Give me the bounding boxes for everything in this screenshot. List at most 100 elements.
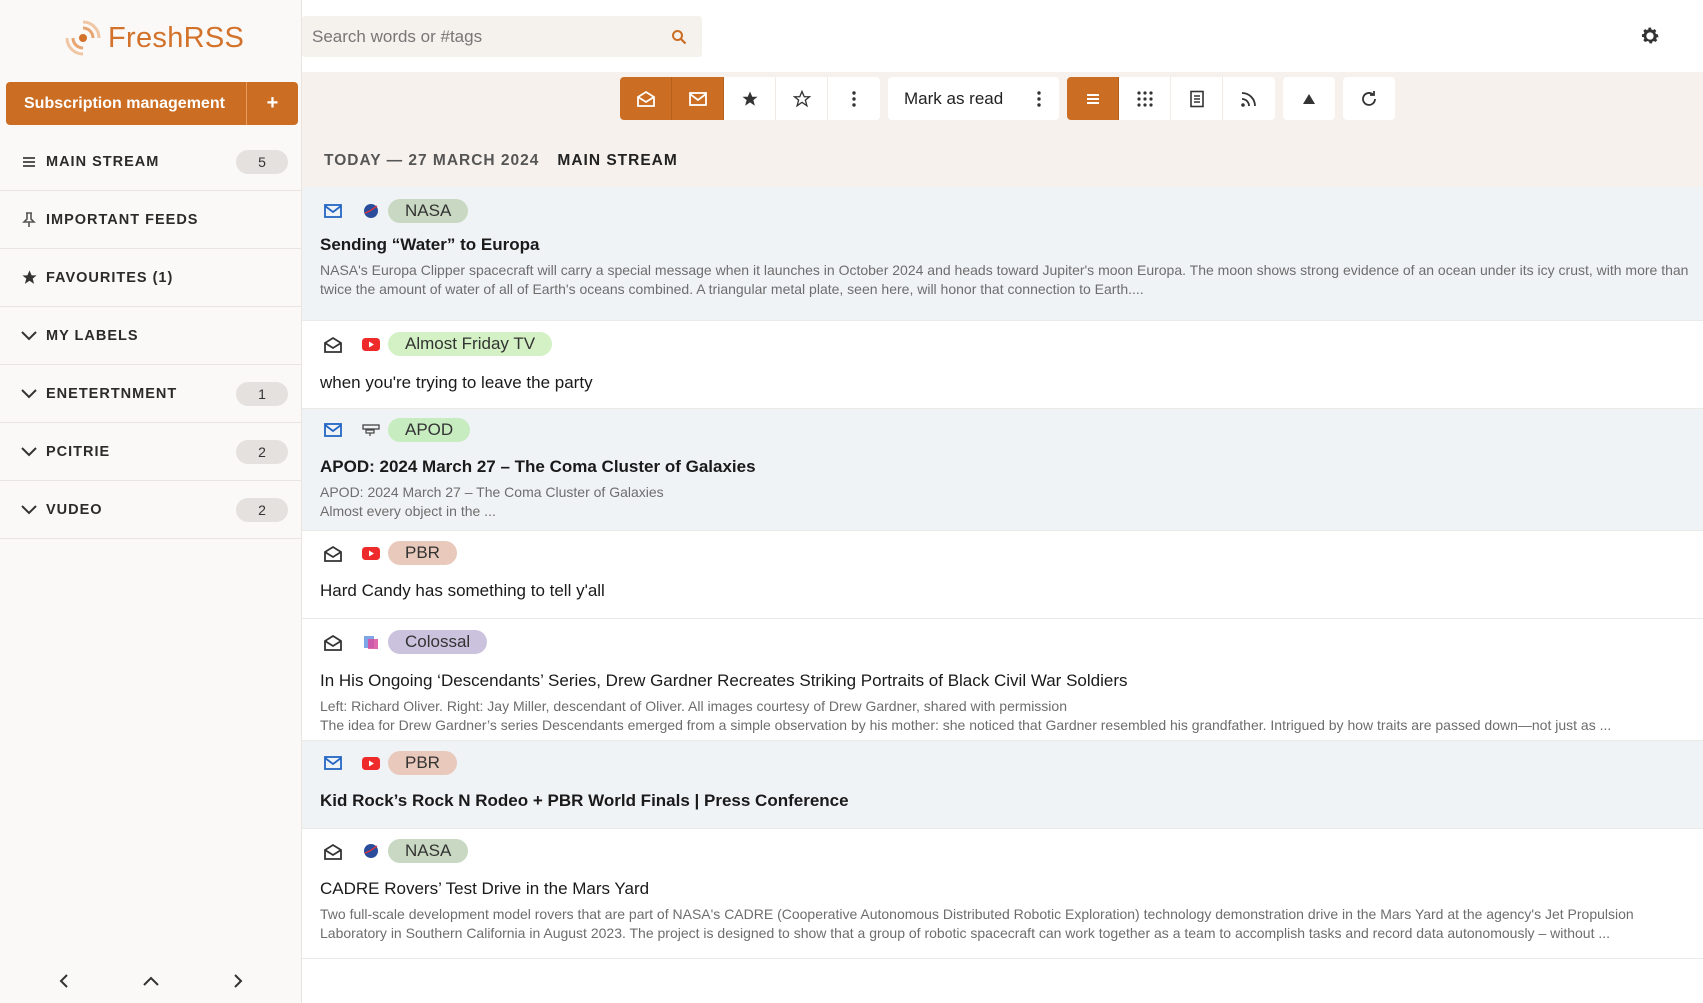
sidebar-item-favourites[interactable]: FAVOURITES (1) — [0, 249, 302, 307]
search-icon[interactable] — [668, 26, 690, 48]
sidebar-item-enetertnment[interactable]: ENETERTNMENT 1 — [0, 365, 302, 423]
sidebar-item-label: MY LABELS — [46, 327, 139, 344]
article-list: NASA Sending “Water” to Europa NASA's Eu… — [302, 187, 1703, 959]
search-input[interactable] — [312, 26, 668, 47]
article-title[interactable]: CADRE Rovers’ Test Drive in the Mars Yar… — [320, 873, 1703, 905]
envelope-open-icon[interactable] — [320, 540, 346, 566]
article-item[interactable]: PBR Hard Candy has something to tell y'a… — [302, 531, 1703, 619]
article-summary: NASA's Europa Clipper spacecraft will ca… — [320, 262, 1689, 297]
envelope-icon[interactable] — [320, 198, 346, 224]
sidebar-item-main-stream[interactable]: MAIN STREAM 5 — [0, 133, 302, 191]
unread-count-badge: 2 — [236, 439, 288, 464]
show-non-favourites-button[interactable] — [776, 77, 828, 120]
normal-view-button[interactable] — [1067, 77, 1120, 120]
envelope-open-icon[interactable] — [320, 838, 346, 864]
subscription-management-button[interactable]: Subscription management — [6, 82, 246, 125]
read-state-filter-group — [620, 77, 880, 120]
star-outline-icon — [792, 89, 811, 107]
refresh-button[interactable] — [1343, 77, 1395, 120]
mark-as-read-dropdown-button[interactable] — [1019, 77, 1059, 120]
sidebar-item-label: VUDEO — [46, 501, 103, 518]
feed-tag[interactable]: Almost Friday TV — [388, 332, 553, 356]
list-icon — [20, 156, 38, 168]
grid-view-icon — [1137, 90, 1153, 107]
toolbar: Mark as read — [620, 77, 1403, 120]
article-summary-continued: Almost every object in the ... — [320, 503, 496, 519]
article-item[interactable]: PBR Kid Rock’s Rock N Rodeo + PBR World … — [302, 741, 1703, 829]
list-view-icon — [1086, 93, 1099, 104]
feed-tag[interactable]: Colossal — [388, 630, 488, 654]
article-item[interactable]: Almost Friday TV when you're trying to l… — [302, 321, 1703, 409]
feed-tag[interactable]: PBR — [388, 541, 457, 565]
sidebar-item-label: ENETERTNMENT — [46, 385, 178, 402]
article-item[interactable]: APOD APOD: 2024 March 27 – The Coma Clus… — [302, 409, 1703, 531]
sidebar-item-label: PCITRIE — [46, 443, 111, 460]
envelope-icon[interactable] — [320, 417, 346, 443]
sidebar-item-my-labels[interactable]: MY LABELS — [0, 307, 302, 365]
star-filled-icon — [742, 91, 757, 106]
article-title[interactable]: Sending “Water” to Europa — [320, 235, 1703, 261]
order-group — [1283, 77, 1336, 120]
article-title[interactable]: In His Ongoing ‘Descendants’ Series, Dre… — [320, 665, 1703, 697]
feed-tag[interactable]: PBR — [388, 751, 457, 775]
nasa-logo-icon — [360, 200, 382, 222]
filter-more-button[interactable] — [828, 77, 880, 120]
add-subscription-button[interactable]: + — [246, 82, 298, 125]
feed-tag[interactable]: NASA — [388, 839, 469, 863]
youtube-icon — [360, 333, 382, 355]
unread-count-badge: 2 — [236, 497, 288, 522]
youtube-icon — [360, 542, 382, 564]
article-summary: APOD: 2024 March 27 – The Coma Cluster o… — [320, 484, 664, 500]
mark-read-group: Mark as read — [888, 77, 1060, 120]
previous-feed-icon[interactable] — [49, 966, 79, 996]
article-title[interactable]: when you're trying to leave the party — [320, 367, 1703, 399]
reader-view-button[interactable] — [1171, 77, 1224, 120]
view-mode-group — [1067, 77, 1276, 120]
feed-tag[interactable]: APOD — [388, 418, 471, 442]
search-bar — [302, 16, 702, 57]
article-item[interactable]: NASA Sending “Water” to Europa NASA's Eu… — [302, 187, 1703, 321]
show-unread-button[interactable] — [672, 77, 724, 120]
article-item[interactable]: Colossal In His Ongoing ‘Descendants’ Se… — [302, 619, 1703, 741]
envelope-open-icon[interactable] — [320, 331, 346, 357]
unread-count-badge: 1 — [236, 381, 288, 406]
article-title[interactable]: Hard Candy has something to tell y'all — [320, 575, 1703, 607]
next-feed-icon[interactable] — [223, 966, 253, 996]
chevron-down-icon — [20, 504, 38, 515]
article-title[interactable]: APOD: 2024 March 27 – The Coma Cluster o… — [320, 451, 1703, 483]
header — [302, 0, 1703, 72]
more-vertical-icon — [852, 90, 856, 107]
show-favourites-button[interactable] — [724, 77, 776, 120]
sidebar-item-vudeo[interactable]: VUDEO 2 — [0, 481, 302, 539]
sidebar-nav: MAIN STREAM 5 IMPORTANT FEEDS FAVOURITES… — [0, 133, 302, 539]
unread-count-badge: 5 — [236, 149, 288, 174]
feed-tag[interactable]: NASA — [388, 199, 469, 223]
subscription-actions: Subscription management + — [6, 82, 298, 125]
envelope-open-icon — [636, 90, 655, 107]
stream-name: MAIN STREAM — [557, 152, 678, 169]
sidebar-item-label: FAVOURITES (1) — [46, 269, 174, 286]
chevron-down-icon — [20, 388, 38, 399]
refresh-group — [1343, 77, 1396, 120]
rss-feed-button[interactable] — [1223, 77, 1275, 120]
document-icon — [1189, 90, 1204, 107]
freshrss-logo[interactable]: FreshRSS — [64, 18, 244, 58]
nasa-logo-icon — [360, 840, 382, 862]
mark-as-read-button[interactable]: Mark as read — [888, 77, 1019, 120]
sidebar-item-pcitrie[interactable]: PCITRIE 2 — [0, 423, 302, 481]
article-title[interactable]: Kid Rock’s Rock N Rodeo + PBR World Fina… — [320, 785, 1703, 817]
envelope-icon[interactable] — [320, 750, 346, 776]
sidebar-footer — [0, 959, 302, 1003]
show-read-button[interactable] — [620, 77, 672, 120]
envelope-open-icon[interactable] — [320, 629, 346, 655]
sidebar-item-label: IMPORTANT FEEDS — [46, 211, 199, 228]
scroll-top-icon[interactable] — [136, 966, 166, 996]
article-item[interactable]: NASA CADRE Rovers’ Test Drive in the Mar… — [302, 829, 1703, 959]
sidebar-item-important-feeds[interactable]: IMPORTANT FEEDS — [0, 191, 302, 249]
grid-view-button[interactable] — [1119, 77, 1172, 120]
article-summary: Left: Richard Oliver. Right: Jay Miller,… — [320, 698, 1067, 714]
sort-order-button[interactable] — [1283, 77, 1335, 120]
envelope-icon — [688, 91, 707, 106]
colossal-logo-icon — [360, 631, 382, 653]
gear-icon[interactable] — [1639, 25, 1663, 49]
